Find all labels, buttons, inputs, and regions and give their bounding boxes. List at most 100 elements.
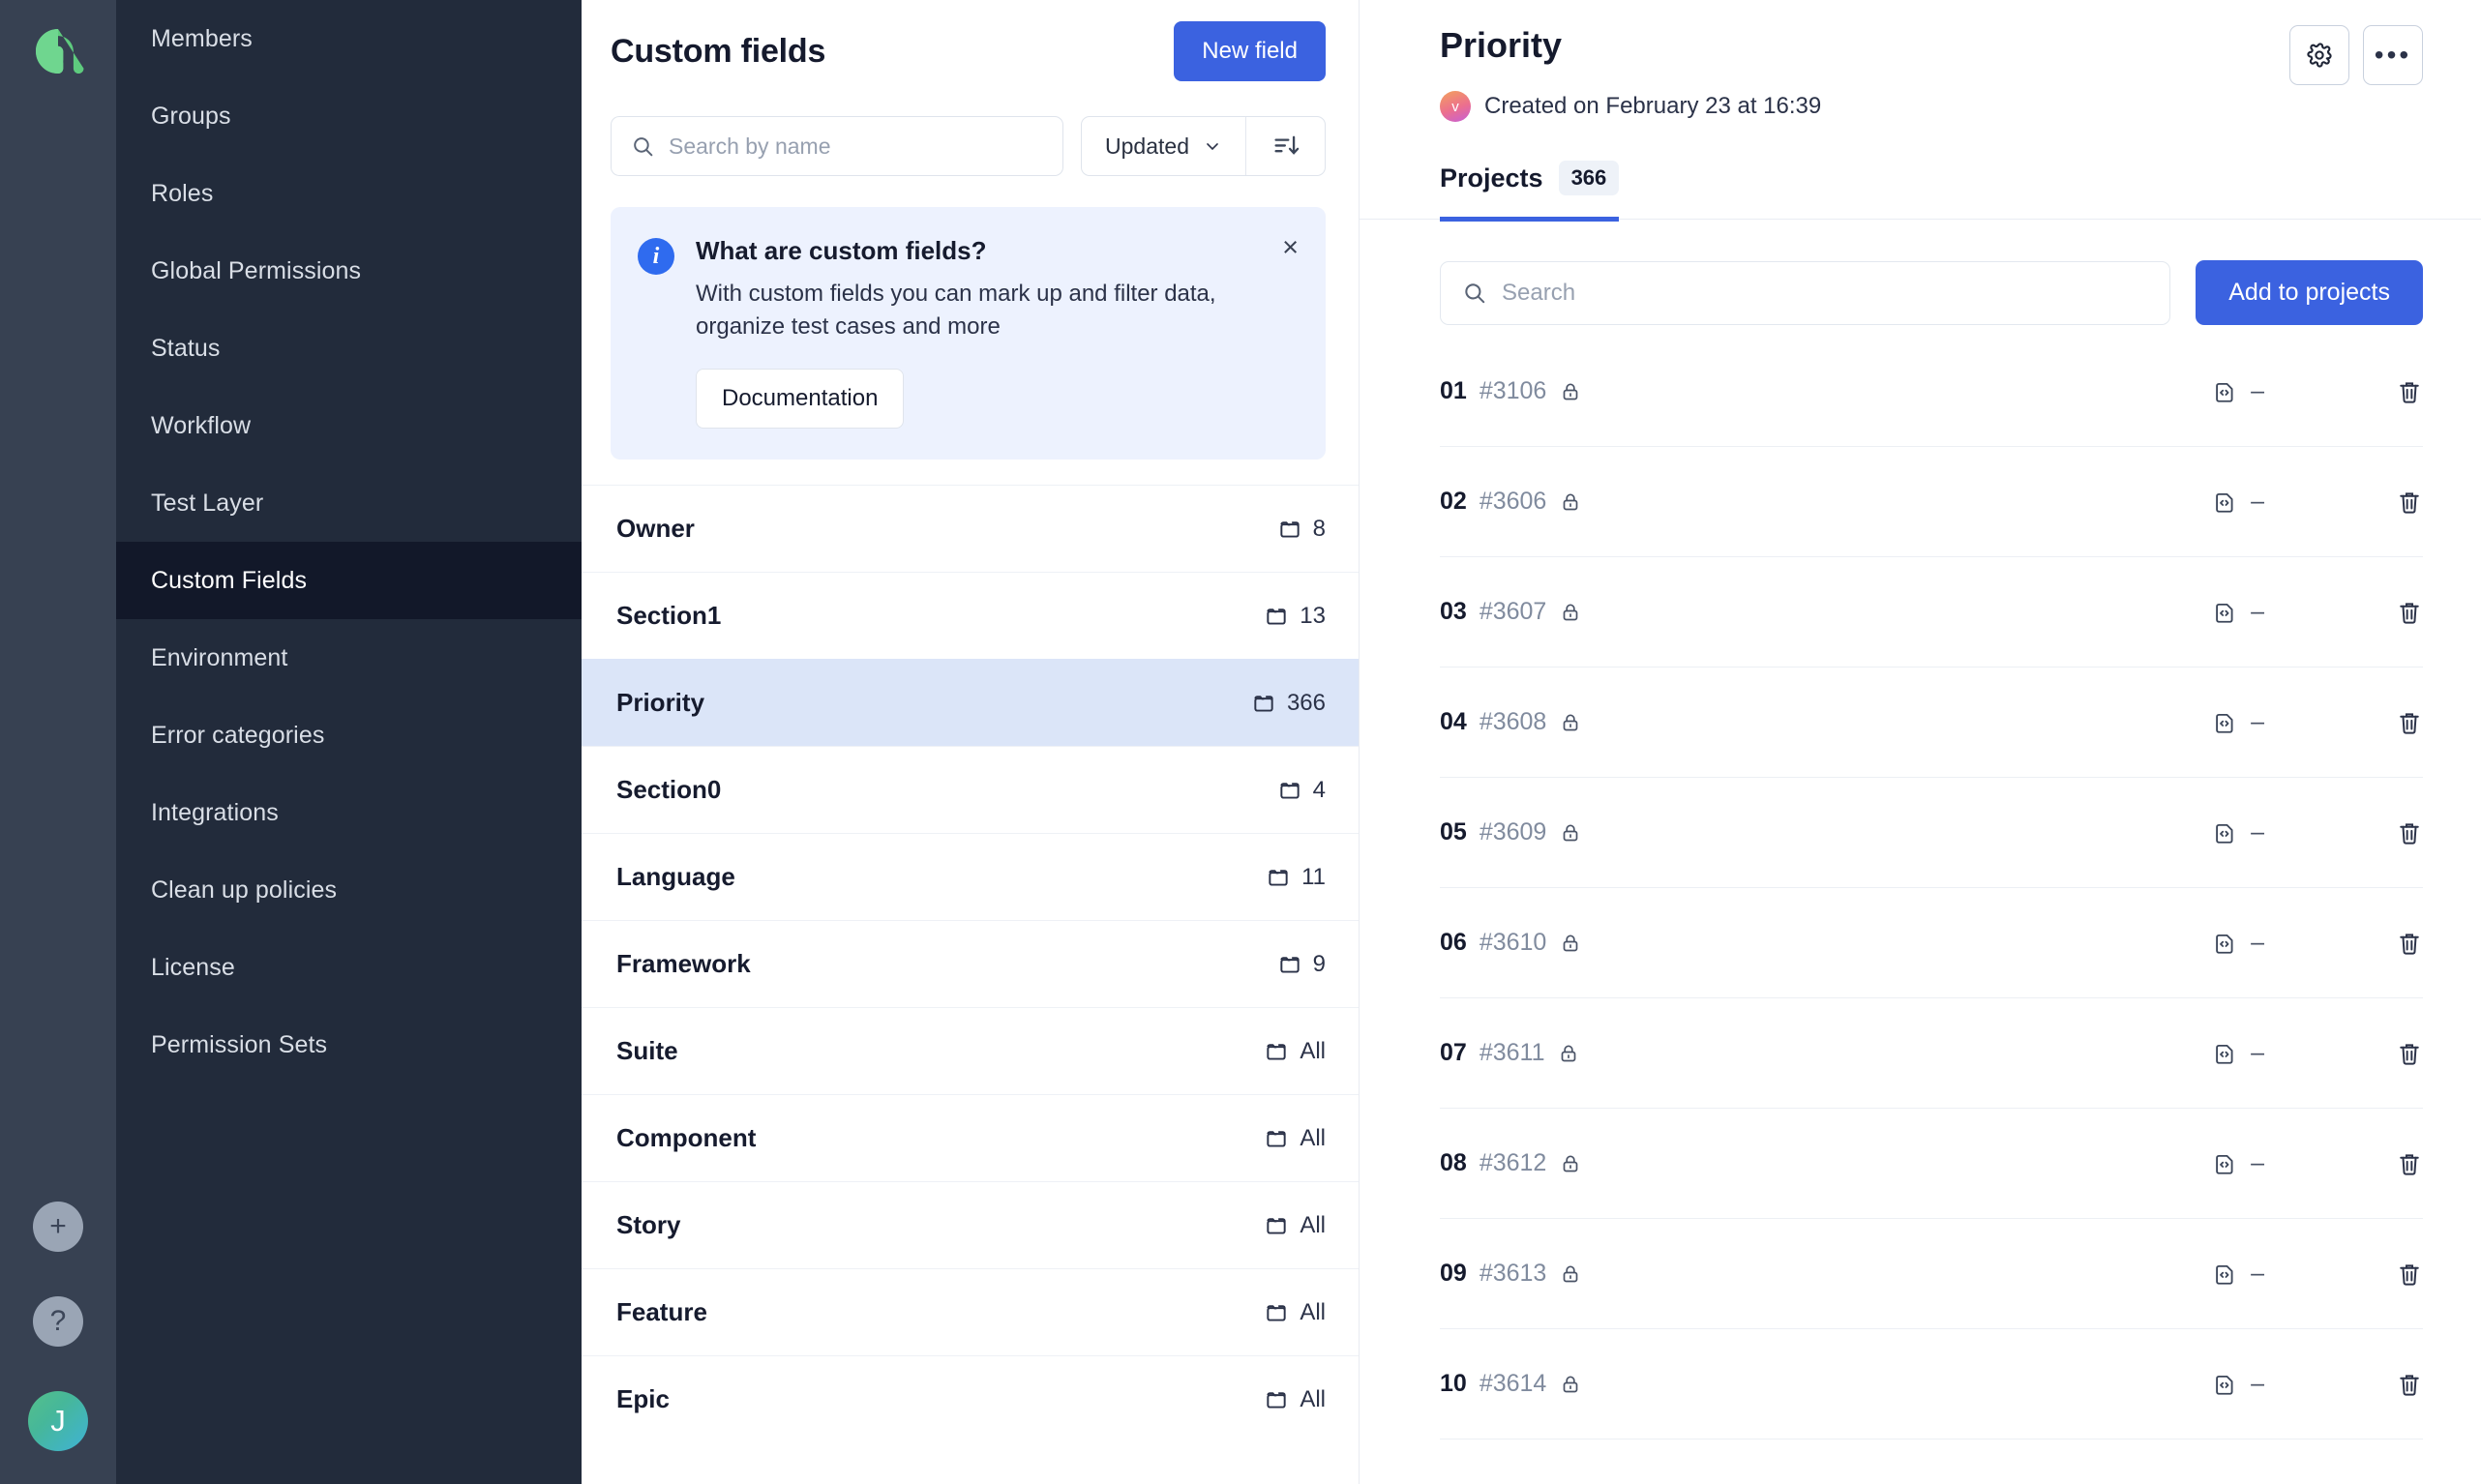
avatar[interactable]: J — [28, 1391, 88, 1451]
sidebar-item-integrations[interactable]: Integrations — [116, 774, 582, 851]
project-row[interactable]: 10 #3614 – — [1440, 1329, 2423, 1439]
sort-direction-button[interactable] — [1245, 117, 1325, 175]
delete-icon[interactable] — [2396, 1150, 2423, 1177]
custom-field-row[interactable]: Language 11 — [582, 833, 1359, 920]
delete-icon[interactable] — [2396, 930, 2423, 957]
info-text: With custom fields you can mark up and f… — [696, 281, 1216, 341]
project-row[interactable]: 01 #3106 – — [1440, 337, 2423, 447]
add-icon[interactable]: + — [33, 1202, 83, 1252]
custom-field-row[interactable]: Framework 9 — [582, 920, 1359, 1007]
folder-icon — [1264, 1039, 1289, 1064]
new-field-button[interactable]: New field — [1174, 21, 1326, 81]
sidebar-item-groups[interactable]: Groups — [116, 77, 582, 155]
add-to-projects-button[interactable]: Add to projects — [2196, 260, 2423, 325]
delete-icon[interactable] — [2396, 1261, 2423, 1288]
projects-search-input[interactable] — [1502, 279, 2149, 307]
custom-field-row[interactable]: Suite All — [582, 1007, 1359, 1094]
project-row[interactable]: 07 #3611 – — [1440, 998, 2423, 1109]
close-icon[interactable]: × — [1282, 234, 1299, 262]
delete-icon[interactable] — [2396, 378, 2423, 405]
delete-icon[interactable] — [2396, 1040, 2423, 1067]
project-row[interactable]: 08 #3612 – — [1440, 1109, 2423, 1219]
sidebar-item-license[interactable]: License — [116, 929, 582, 1006]
sidebar-item-status[interactable]: Status — [116, 310, 582, 387]
custom-field-name: Feature — [616, 1297, 707, 1327]
custom-field-count-value: All — [1300, 1385, 1326, 1412]
sidebar-item-test-layer[interactable]: Test Layer — [116, 464, 582, 542]
code-file-icon — [2212, 820, 2237, 846]
custom-field-row[interactable]: Feature All — [582, 1268, 1359, 1355]
sidebar-item-environment[interactable]: Environment — [116, 619, 582, 697]
folder-icon — [1264, 1126, 1289, 1151]
custom-field-row[interactable]: Epic All — [582, 1355, 1359, 1442]
search-by-name-box[interactable] — [611, 116, 1064, 176]
project-value: – — [2251, 488, 2264, 515]
tab-projects[interactable]: Projects 366 — [1440, 161, 1620, 222]
custom-field-count: 366 — [1251, 690, 1326, 717]
folder-icon — [1277, 778, 1302, 803]
delete-icon[interactable] — [2396, 1371, 2423, 1398]
custom-field-row[interactable]: Section0 4 — [582, 746, 1359, 833]
project-row[interactable]: 06 #3610 – — [1440, 888, 2423, 998]
sidebar-item-global-permissions[interactable]: Global Permissions — [116, 232, 582, 310]
delete-icon[interactable] — [2396, 709, 2423, 736]
project-index: 03 — [1440, 598, 1467, 625]
sidebar-item-label: Global Permissions — [151, 256, 362, 284]
info-body: What are custom fields? With custom fiel… — [696, 236, 1276, 430]
gear-icon[interactable] — [2289, 25, 2349, 85]
custom-fields-toolbar: Updated — [582, 81, 1359, 176]
sort-by-select[interactable]: Updated — [1082, 117, 1245, 175]
app-logo[interactable] — [32, 25, 84, 77]
sidebar-item-label: Test Layer — [151, 489, 264, 517]
custom-field-row[interactable]: Component All — [582, 1094, 1359, 1181]
sidebar-item-members[interactable]: Members — [116, 0, 582, 77]
project-row[interactable]: 05 #3609 – — [1440, 778, 2423, 888]
sidebar-item-label: Error categories — [151, 721, 325, 749]
project-row[interactable]: 02 #3606 – — [1440, 447, 2423, 557]
code-file-icon — [2212, 490, 2237, 515]
project-identity: 05 #3609 — [1440, 818, 1582, 846]
documentation-button[interactable]: Documentation — [696, 369, 905, 430]
sidebar-item-permission-sets[interactable]: Permission Sets — [116, 1006, 582, 1083]
project-identity: 04 #3608 — [1440, 708, 1582, 736]
sidebar-item-custom-fields[interactable]: Custom Fields — [116, 542, 582, 619]
project-id: #3613 — [1479, 1260, 1547, 1287]
delete-icon[interactable] — [2396, 819, 2423, 846]
sidebar-item-error-categories[interactable]: Error categories — [116, 697, 582, 774]
sidebar-item-label: Clean up policies — [151, 876, 338, 904]
delete-icon[interactable] — [2396, 489, 2423, 516]
project-row[interactable]: 03 #3607 – — [1440, 557, 2423, 668]
project-value-group: – — [2212, 1039, 2264, 1067]
lock-icon — [1559, 1373, 1582, 1396]
custom-field-name: Owner — [616, 514, 695, 544]
sidebar-item-workflow[interactable]: Workflow — [116, 387, 582, 464]
project-index: 10 — [1440, 1370, 1467, 1397]
sidebar-item-clean-up-policies[interactable]: Clean up policies — [116, 851, 582, 929]
project-index: 07 — [1440, 1039, 1467, 1066]
custom-field-name: Priority — [616, 688, 705, 718]
help-icon[interactable]: ? — [33, 1296, 83, 1347]
custom-field-row[interactable]: Section1 13 — [582, 572, 1359, 659]
custom-field-row[interactable]: Priority 366 — [582, 659, 1359, 747]
project-row[interactable]: 09 #3613 – — [1440, 1219, 2423, 1329]
custom-field-row[interactable]: Owner 8 — [582, 485, 1359, 572]
sort-group: Updated — [1081, 116, 1326, 176]
projects-search-box[interactable] — [1440, 260, 2171, 325]
created-on-text: Created on February 23 at 16:39 — [1484, 93, 1822, 119]
sidebar-item-label: Status — [151, 334, 221, 362]
custom-field-name: Suite — [616, 1036, 678, 1066]
project-value: – — [2251, 818, 2264, 846]
project-row[interactable]: 04 #3608 – — [1440, 668, 2423, 778]
folder-icon — [1264, 1213, 1289, 1238]
lock-icon — [1559, 711, 1582, 734]
sidebar-item-label: Integrations — [151, 798, 279, 826]
delete-icon[interactable] — [2396, 599, 2423, 626]
folder-icon — [1277, 952, 1302, 977]
lock-icon — [1559, 380, 1582, 403]
sidebar-item-roles[interactable]: Roles — [116, 155, 582, 232]
ellipsis-icon[interactable]: ••• — [2363, 25, 2423, 85]
custom-field-name: Section1 — [616, 601, 722, 631]
search-input[interactable] — [669, 133, 1044, 160]
custom-field-row[interactable]: Story All — [582, 1181, 1359, 1268]
project-identity: 02 #3606 — [1440, 488, 1582, 516]
